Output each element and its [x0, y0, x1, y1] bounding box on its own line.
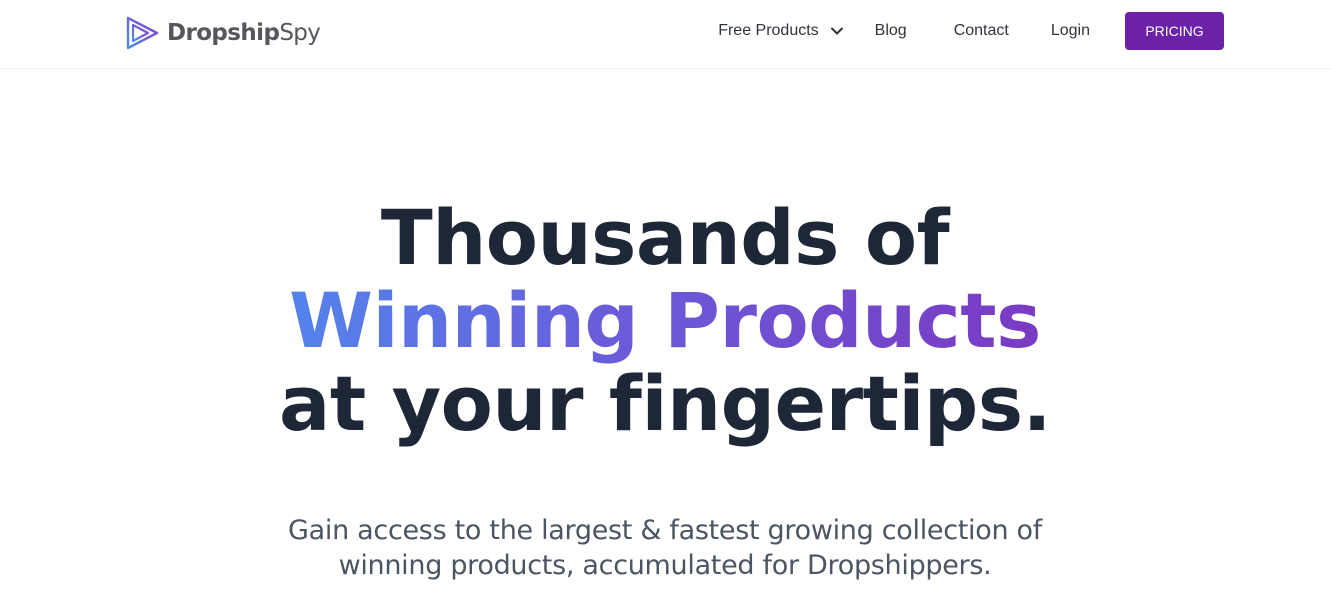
hero-subtext: Gain access to the largest & fastest gro…: [0, 513, 1330, 583]
brand-logo-link[interactable]: DropshipSpy: [124, 15, 321, 51]
hero-headline: Thousands of Winning Products at your fi…: [0, 196, 1330, 445]
subtext-line-2: winning products, accumulated for Dropsh…: [338, 550, 992, 581]
nav-contact-link[interactable]: Contact: [954, 22, 1009, 40]
main-nav: Free Products Blog Contact Login PRICING: [718, 12, 1224, 50]
brand-name: DropshipSpy: [167, 15, 321, 51]
chevron-down-icon: [830, 27, 843, 35]
nav-login-link[interactable]: Login: [1051, 22, 1090, 40]
nav-blog-link[interactable]: Blog: [875, 22, 907, 40]
subtext-line-1: Gain access to the largest & fastest gro…: [288, 515, 1042, 546]
headline-line-1: Thousands of: [380, 193, 950, 282]
pricing-button[interactable]: PRICING: [1125, 12, 1224, 50]
brand-name-secondary: Spy: [279, 20, 321, 46]
brand-name-primary: Dropship: [167, 20, 280, 46]
site-header: DropshipSpy Free Products Blog Contact L…: [0, 0, 1330, 69]
headline-accent-text: Winning Products: [289, 276, 1041, 365]
nav-free-products-label: Free Products: [718, 22, 819, 39]
play-triangle-logo-icon: [124, 15, 160, 51]
hero-section: Thousands of Winning Products at your fi…: [0, 69, 1330, 601]
headline-line-3: at your fingertips.: [279, 359, 1051, 448]
nav-free-products-dropdown[interactable]: Free Products: [718, 22, 843, 40]
